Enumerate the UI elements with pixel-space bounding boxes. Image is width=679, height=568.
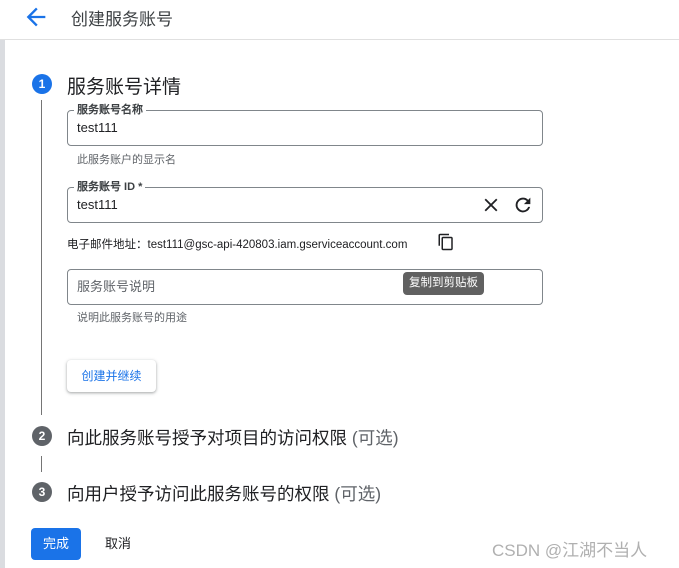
clear-id-button[interactable] <box>480 194 502 216</box>
copy-icon <box>438 233 453 251</box>
step-2-optional: (可选) <box>351 428 399 448</box>
service-account-id-label: 服务账号 ID * <box>74 180 146 194</box>
service-account-id-field[interactable]: 服务账号 ID * <box>67 180 543 223</box>
copy-tooltip: 复制到剪贴板 <box>403 272 484 295</box>
done-button[interactable]: 完成 <box>31 528 81 560</box>
step-3-label: 向用户授予访问此服务账号的权限 <box>67 484 330 504</box>
copy-email-button[interactable] <box>437 233 455 251</box>
service-account-id-input[interactable] <box>77 197 457 212</box>
step-connector-1 <box>41 100 42 415</box>
watermark: CSDN @江湖不当人 <box>492 541 648 560</box>
back-button[interactable] <box>22 3 50 31</box>
refresh-icon <box>515 197 531 213</box>
service-account-name-field[interactable]: 服务账号名称 <box>67 103 543 146</box>
service-account-description-input[interactable] <box>77 279 457 294</box>
cancel-button[interactable]: 取消 <box>94 528 142 560</box>
close-icon <box>484 198 498 212</box>
service-account-name-label: 服务账号名称 <box>74 103 146 117</box>
service-account-description-hint: 说明此服务账号的用途 <box>77 312 187 324</box>
step-2-label: 向此服务账号授予对项目的访问权限 <box>67 428 347 448</box>
step-2-number: 2 <box>32 426 52 446</box>
left-edge-scrollbar <box>0 40 5 568</box>
email-value: test111@gsc-api-420803.iam.gserviceaccou… <box>147 239 408 251</box>
step-1-number: 1 <box>32 74 52 94</box>
arrow-back-icon <box>26 7 46 27</box>
step-3-number: 3 <box>32 482 52 502</box>
step-3-optional: (可选) <box>334 484 382 504</box>
email-address-line: 电子邮件地址：test111@gsc-api-420803.iam.gservi… <box>67 236 407 252</box>
page-title: 创建服务账号 <box>71 10 173 29</box>
step-3-title[interactable]: 向用户授予访问此服务账号的权限 (可选) <box>67 481 381 506</box>
step-connector-2 <box>41 456 42 472</box>
regenerate-id-button[interactable] <box>512 194 534 216</box>
top-bar: 创建服务账号 <box>0 0 679 40</box>
service-account-name-hint: 此服务账户的显示名 <box>77 154 176 166</box>
step-1-title: 服务账号详情 <box>67 77 182 98</box>
create-and-continue-button[interactable]: 创建并继续 <box>67 360 156 392</box>
service-account-name-input[interactable] <box>77 120 457 135</box>
step-2-title[interactable]: 向此服务账号授予对项目的访问权限 (可选) <box>67 425 399 450</box>
email-label: 电子邮件地址： <box>67 239 148 251</box>
